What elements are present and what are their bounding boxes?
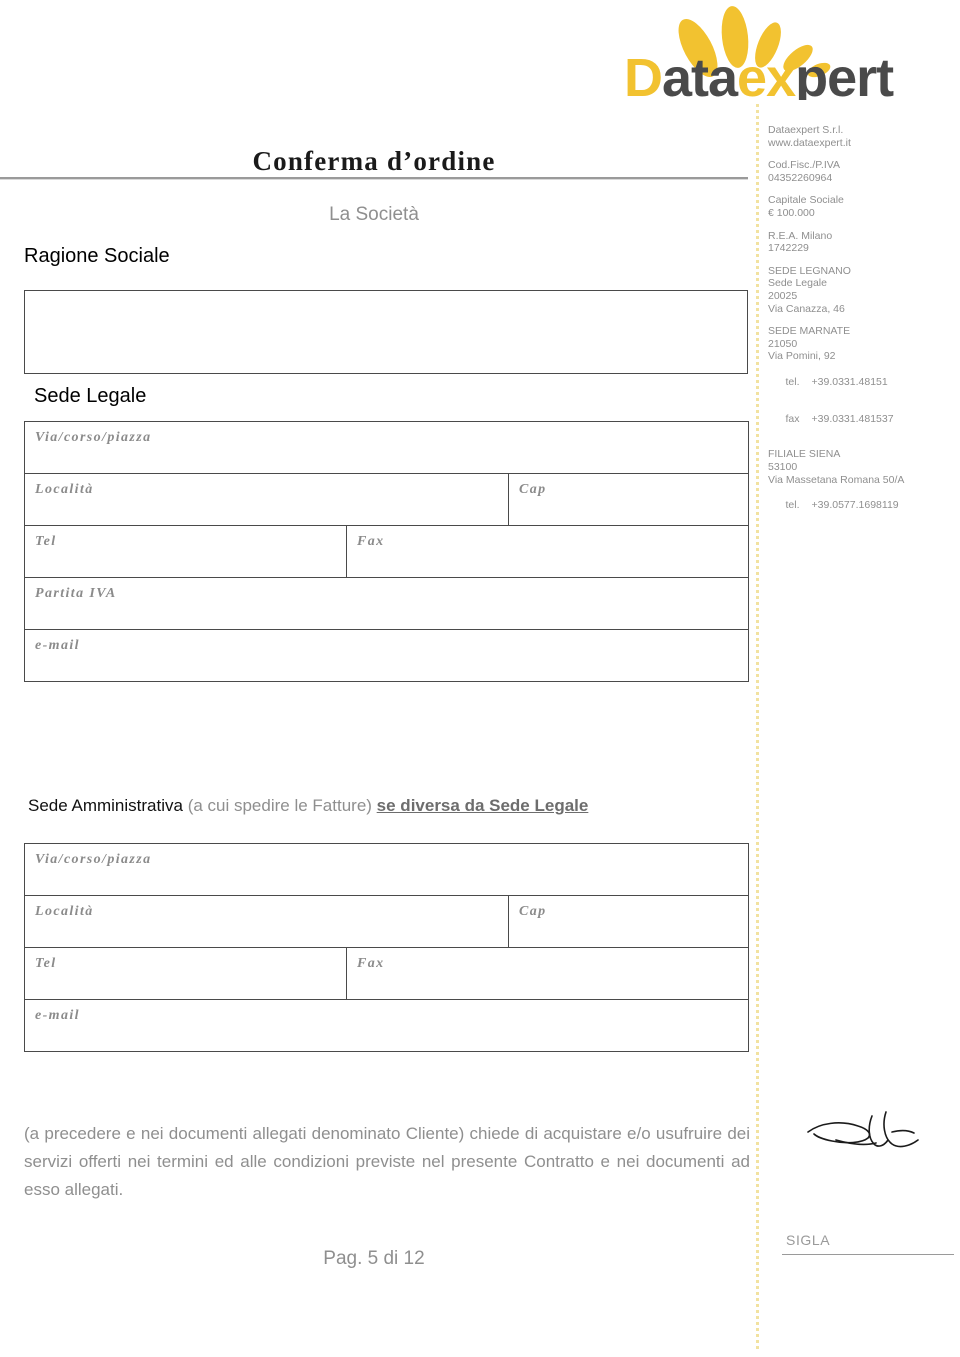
page-footer: Pag. 5 di 12	[323, 1248, 425, 1269]
contact-label: fax	[785, 413, 800, 426]
sede-amm-muted: (a cui spedire le Fatture)	[187, 796, 372, 815]
input-tel-sede-legale[interactable]: Tel	[24, 525, 347, 578]
input-ragione-sociale[interactable]	[24, 290, 748, 374]
handwritten-signature	[806, 1110, 946, 1162]
company-info-group: R.E.A. Milano 1742229	[768, 230, 954, 255]
company-info-line: Capitale Sociale	[768, 194, 844, 207]
closing-paragraph: (a precedere e nei documenti allegati de…	[24, 1124, 750, 1199]
table-row: Tel Fax	[24, 947, 750, 1000]
contact-label: tel.	[785, 375, 800, 388]
company-info-line: Dataexpert S.r.l.	[768, 124, 844, 136]
contact-value: +39.0331.48151	[811, 375, 888, 388]
field-label-tel: Tel	[35, 534, 57, 549]
contact-value: +39.0577.1698119	[811, 498, 899, 511]
table-row: e-mail	[23, 999, 750, 1052]
company-info-line: R.E.A. Milano	[768, 229, 833, 242]
field-label-email: e-mail	[35, 1008, 80, 1023]
page-subtitle: La Società	[329, 204, 419, 225]
svg-text:Dataexpert: Dataexpert	[624, 48, 894, 100]
field-label-partita-iva: Partita IVA	[35, 586, 117, 601]
sigla-signature-line	[782, 1254, 954, 1255]
company-info-block: Dataexpert S.r.l. www.dataexpert.it Cod.…	[768, 124, 954, 524]
company-info-group: Dataexpert S.r.l. www.dataexpert.it	[768, 124, 954, 149]
table-row: e-mail	[23, 629, 750, 682]
field-label-via: Via/corso/piazza	[35, 852, 152, 867]
title-divider	[0, 176, 748, 180]
input-fax-sede-legale[interactable]: Fax	[345, 525, 750, 578]
company-info-line: € 100.000	[768, 206, 815, 219]
form-table-sede-amministrativa: Via/corso/piazza Località Cap Tel Fax e-…	[23, 843, 750, 1052]
company-info-line: 53100	[768, 461, 798, 474]
field-label-tel: Tel	[35, 956, 57, 971]
input-partita-iva[interactable]: Partita IVA	[23, 577, 750, 630]
table-row: Località Cap	[24, 895, 750, 948]
field-label-cap: Cap	[519, 904, 547, 919]
company-info-group-legnano: SEDE LEGNANO Sede Legale 20025 Via Canaz…	[768, 265, 954, 315]
company-info-contact: fax +39.0331.481537	[768, 401, 954, 439]
company-info-group-marnate: SEDE MARNATE 21050 Via Pomini, 92 tel. +3…	[768, 325, 954, 438]
page-title: Conferma d’ordine	[252, 146, 496, 176]
label-sede-amministrativa: Sede Amministrativa (a cui spedire le Fa…	[28, 796, 588, 816]
input-email-sede-amm[interactable]: e-mail	[23, 999, 750, 1052]
table-row: Partita IVA	[23, 577, 750, 630]
table-row: Località Cap	[24, 473, 750, 526]
company-info-line: 1742229	[768, 242, 809, 255]
vertical-dotted-divider	[756, 104, 759, 1352]
field-label-localita: Località	[35, 482, 94, 497]
company-info-line: 20025	[768, 289, 798, 302]
dataexpert-logo: Dataexpert	[612, 4, 912, 100]
input-email-sede-legale[interactable]: e-mail	[23, 629, 750, 682]
field-label-fax: Fax	[357, 956, 385, 971]
label-sede-legale: Sede Legale	[34, 385, 147, 407]
company-info-line: Via Canazza, 46	[768, 302, 845, 315]
field-label-cap: Cap	[519, 482, 547, 497]
field-label-fax: Fax	[357, 534, 385, 549]
company-info-contact: tel. +39.0331.48151	[768, 363, 954, 401]
company-info-line: www.dataexpert.it	[768, 136, 851, 149]
field-label-via: Via/corso/piazza	[35, 430, 152, 445]
company-info-line: Via Massetana Romana 50/A	[768, 473, 905, 486]
company-info-line: SEDE LEGNANO	[768, 264, 851, 277]
company-info-line: 21050	[768, 337, 798, 350]
company-info-line: SEDE MARNATE	[768, 325, 851, 338]
sigla-label: SIGLA	[786, 1232, 831, 1248]
input-cap-sede-amm[interactable]: Cap	[507, 895, 750, 948]
input-via-sede-legale[interactable]: Via/corso/piazza	[23, 421, 750, 474]
company-info-contact: tel. +39.0577.1698119	[768, 486, 954, 524]
company-info-group: Capitale Sociale € 100.000	[768, 194, 954, 219]
input-localita-sede-amm[interactable]: Località	[24, 895, 509, 948]
sede-amm-strong: Sede Amministrativa	[28, 796, 183, 815]
table-row: Via/corso/piazza	[23, 843, 750, 896]
input-via-sede-amm[interactable]: Via/corso/piazza	[23, 843, 750, 896]
company-info-group-siena: FILIALE SIENA 53100 Via Massetana Romana…	[768, 448, 954, 524]
input-cap-sede-legale[interactable]: Cap	[507, 473, 750, 526]
company-info-line: Via Pomini, 92	[768, 350, 836, 363]
label-ragione-sociale: Ragione Sociale	[24, 245, 170, 267]
contact-label: tel.	[785, 498, 800, 511]
table-row: Via/corso/piazza	[23, 421, 750, 474]
company-info-group: Cod.Fisc./P.IVA 04352260964	[768, 159, 954, 184]
input-tel-sede-amm[interactable]: Tel	[24, 947, 347, 1000]
company-info-line: FILIALE SIENA	[768, 448, 841, 461]
field-label-email: e-mail	[35, 638, 80, 653]
input-localita-sede-legale[interactable]: Località	[24, 473, 509, 526]
form-table-sede-legale: Via/corso/piazza Località Cap Tel Fax Pa…	[23, 421, 750, 682]
input-fax-sede-amm[interactable]: Fax	[345, 947, 750, 1000]
table-row: Tel Fax	[24, 525, 750, 578]
field-label-localita: Località	[35, 904, 94, 919]
company-info-line: Sede Legale	[768, 277, 827, 290]
contact-value: +39.0331.481537	[811, 413, 894, 426]
company-info-line: 04352260964	[768, 171, 833, 184]
company-info-line: Cod.Fisc./P.IVA	[768, 159, 840, 172]
sede-amm-underlined: se diversa da Sede Legale	[376, 796, 589, 815]
